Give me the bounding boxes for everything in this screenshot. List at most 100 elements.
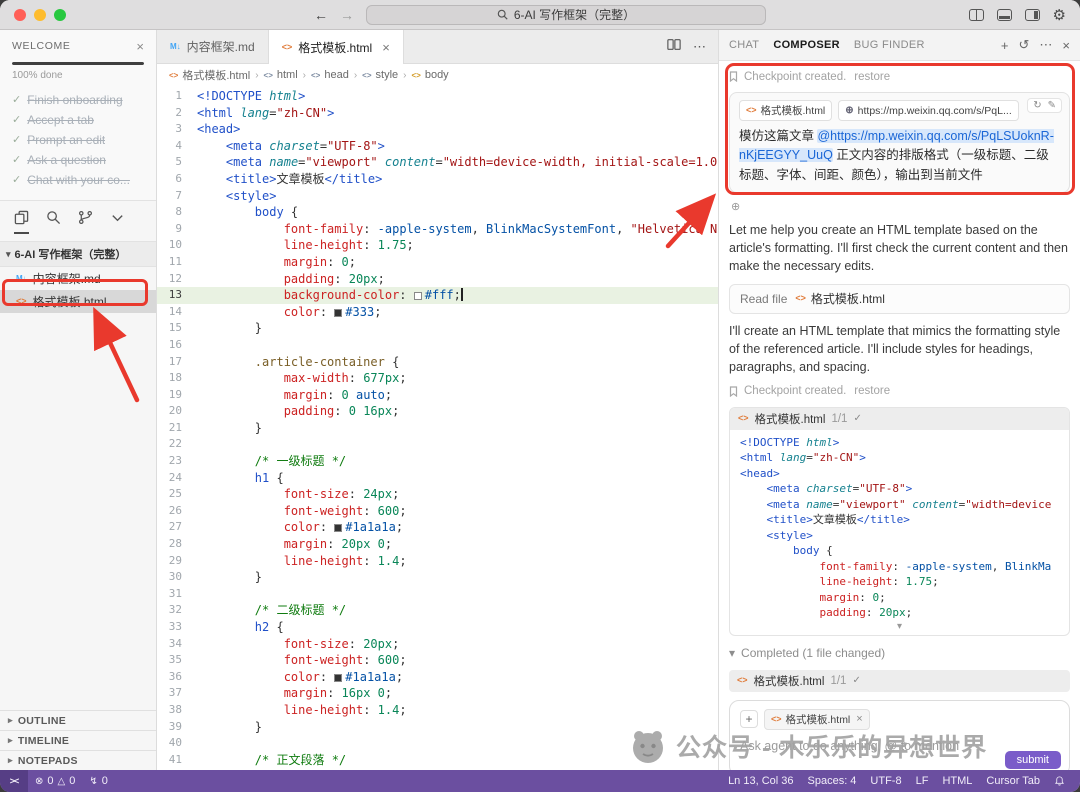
code-line[interactable]: 8 body { (157, 204, 718, 221)
file-item[interactable]: <>格式模板.html (0, 290, 156, 313)
notifications-bell-icon[interactable] (1047, 770, 1072, 792)
code-line[interactable]: 21 } (157, 420, 718, 437)
panel-tab-chat[interactable]: CHAT (729, 39, 759, 51)
code-line[interactable]: 22 (157, 436, 718, 453)
status-item[interactable]: Cursor Tab (979, 770, 1047, 792)
close-panel-icon[interactable]: × (1062, 38, 1070, 53)
code-line[interactable]: 35 font-weight: 600; (157, 652, 718, 669)
breadcrumb-item[interactable]: <>head (311, 69, 349, 81)
bolt-indicator[interactable]: ↯ 0 (82, 770, 115, 792)
code-line[interactable]: 40 (157, 735, 718, 752)
edit-icon[interactable]: ✎ (1048, 100, 1056, 111)
minimize-window-button[interactable] (34, 9, 46, 21)
status-item[interactable]: LF (909, 770, 936, 792)
code-line[interactable]: 10 line-height: 1.75; (157, 237, 718, 254)
more-icon[interactable]: ⋯ (1039, 37, 1052, 53)
layout-columns-icon[interactable] (969, 9, 984, 21)
close-window-button[interactable] (14, 9, 26, 21)
sidebar-section-outline[interactable]: ▸OUTLINE (0, 710, 156, 730)
layout-sidebar-right-icon[interactable] (1025, 9, 1040, 21)
submit-button[interactable]: submit (1005, 751, 1061, 769)
code-card-header[interactable]: <> 格式模板.html 1/1 ✓ (730, 408, 1069, 430)
file-item[interactable]: M↓内容框架.md (0, 267, 156, 290)
welcome-task[interactable]: ✓Chat with your co... (12, 170, 144, 190)
code-line[interactable]: 7 <style> (157, 188, 718, 205)
chevron-down-icon[interactable] (110, 210, 125, 232)
code-line[interactable]: 37 margin: 16px 0; (157, 685, 718, 702)
more-actions-icon[interactable]: ⋯ (693, 39, 706, 55)
code-line[interactable]: 36 color: #1a1a1a; (157, 669, 718, 686)
layout-panel-icon[interactable] (997, 9, 1012, 21)
code-line[interactable]: 11 margin: 0; (157, 254, 718, 271)
code-line[interactable]: 5 <meta name="viewport" content="width=d… (157, 154, 718, 171)
status-item[interactable]: HTML (935, 770, 979, 792)
rerun-icon[interactable]: ↻ (1033, 100, 1041, 111)
code-line[interactable]: 19 margin: 0 auto; (157, 387, 718, 404)
add-context-button[interactable]: + (740, 710, 758, 728)
code-line[interactable]: 15 } (157, 320, 718, 337)
remote-indicator[interactable]: >< (0, 770, 28, 792)
completed-row[interactable]: ▾ Completed (1 file changed) (729, 644, 1070, 662)
code-line[interactable]: 27 color: #1a1a1a; (157, 519, 718, 536)
editor-tab[interactable]: M↓内容框架.md (157, 30, 269, 63)
code-line[interactable]: 16 (157, 337, 718, 354)
code-line[interactable]: 14 color: #333; (157, 304, 718, 321)
code-line[interactable]: 32 /* 二级标题 */ (157, 602, 718, 619)
search-icon[interactable] (46, 210, 61, 232)
code-line[interactable]: 31 (157, 586, 718, 603)
panel-tab-bug-finder[interactable]: BUG FINDER (854, 39, 925, 51)
status-item[interactable]: Ln 13, Col 36 (721, 770, 800, 792)
forward-button[interactable]: → (340, 8, 354, 22)
status-item[interactable]: Spaces: 4 (801, 770, 864, 792)
problems-indicator[interactable]: ⊗ 0 △ 0 (28, 770, 82, 792)
welcome-task[interactable]: ✓Finish onboarding (12, 90, 144, 110)
code-line[interactable]: 1<!DOCTYPE html> (157, 88, 718, 105)
code-line[interactable]: 25 font-size: 24px; (157, 486, 718, 503)
expand-code-icon[interactable]: ▾ (730, 621, 1069, 635)
context-chip[interactable]: <> 格式模板.html × (764, 709, 870, 730)
code-line[interactable]: 12 padding: 20px; (157, 271, 718, 288)
editor-tab[interactable]: <>格式模板.html× (269, 30, 404, 64)
checkpoint-restore-button[interactable]: restore (854, 71, 890, 83)
zoom-window-button[interactable] (54, 9, 66, 21)
code-line[interactable]: 30 } (157, 569, 718, 586)
back-button[interactable]: ← (314, 8, 328, 22)
close-icon[interactable]: × (856, 713, 862, 725)
panel-tab-composer[interactable]: COMPOSER (773, 39, 840, 51)
welcome-task[interactable]: ✓Prompt an edit (12, 130, 144, 150)
context-chip[interactable]: ⊕https://mp.weixin.qq.com/s/PqL... (838, 100, 1018, 121)
code-line[interactable]: 26 font-weight: 600; (157, 503, 718, 520)
welcome-task[interactable]: ✓Accept a tab (12, 110, 144, 130)
code-line[interactable]: 24 h1 { (157, 470, 718, 487)
code-line[interactable]: 18 max-width: 677px; (157, 370, 718, 387)
code-line[interactable]: 28 margin: 20px 0; (157, 536, 718, 553)
code-line[interactable]: 23 /* 一级标题 */ (157, 453, 718, 470)
sidebar-section-notepads[interactable]: ▸NOTEPADS (0, 750, 156, 770)
read-file-box[interactable]: Read file <> 格式模板.html (729, 284, 1070, 314)
sidebar-section-timeline[interactable]: ▸TIMELINE (0, 730, 156, 750)
code-line[interactable]: 29 line-height: 1.4; (157, 553, 718, 570)
breadcrumb-item[interactable]: <>格式模板.html (169, 67, 250, 83)
status-item[interactable]: UTF-8 (863, 770, 908, 792)
code-line[interactable]: 6 <title>文章模板</title> (157, 171, 718, 188)
breadcrumb-item[interactable]: <>html (264, 69, 298, 81)
breadcrumb-item[interactable]: <>style (362, 69, 398, 81)
window-search[interactable]: 6-AI 写作框架（完整） (366, 5, 766, 25)
code-line[interactable]: 20 padding: 0 16px; (157, 403, 718, 420)
split-editor-icon[interactable] (667, 38, 681, 56)
new-chat-icon[interactable]: + (1001, 38, 1009, 53)
source-control-branch-icon[interactable] (78, 210, 93, 232)
history-icon[interactable]: ↺ (1019, 37, 1030, 53)
code-line[interactable]: 17 .article-container { (157, 354, 718, 371)
code-line[interactable]: 34 font-size: 20px; (157, 636, 718, 653)
code-line[interactable]: 39 } (157, 719, 718, 736)
code-line[interactable]: 2<html lang="zh-CN"> (157, 105, 718, 122)
files-copy-icon[interactable] (14, 210, 29, 234)
changed-file-bar[interactable]: <> 格式模板.html 1/1 ✓ (729, 670, 1070, 692)
code-line[interactable]: 4 <meta charset="UTF-8"> (157, 138, 718, 155)
code-line[interactable]: 13 background-color: #fff; (157, 287, 718, 304)
welcome-task[interactable]: ✓Ask a question (12, 150, 144, 170)
composer-input[interactable]: + <> 格式模板.html × Ask agent to do anythin… (729, 700, 1070, 770)
code-line[interactable]: 9 font-family: -apple-system, BlinkMacSy… (157, 221, 718, 238)
editor-code-lines[interactable]: 1<!DOCTYPE html>2<html lang="zh-CN">3<he… (157, 86, 718, 770)
